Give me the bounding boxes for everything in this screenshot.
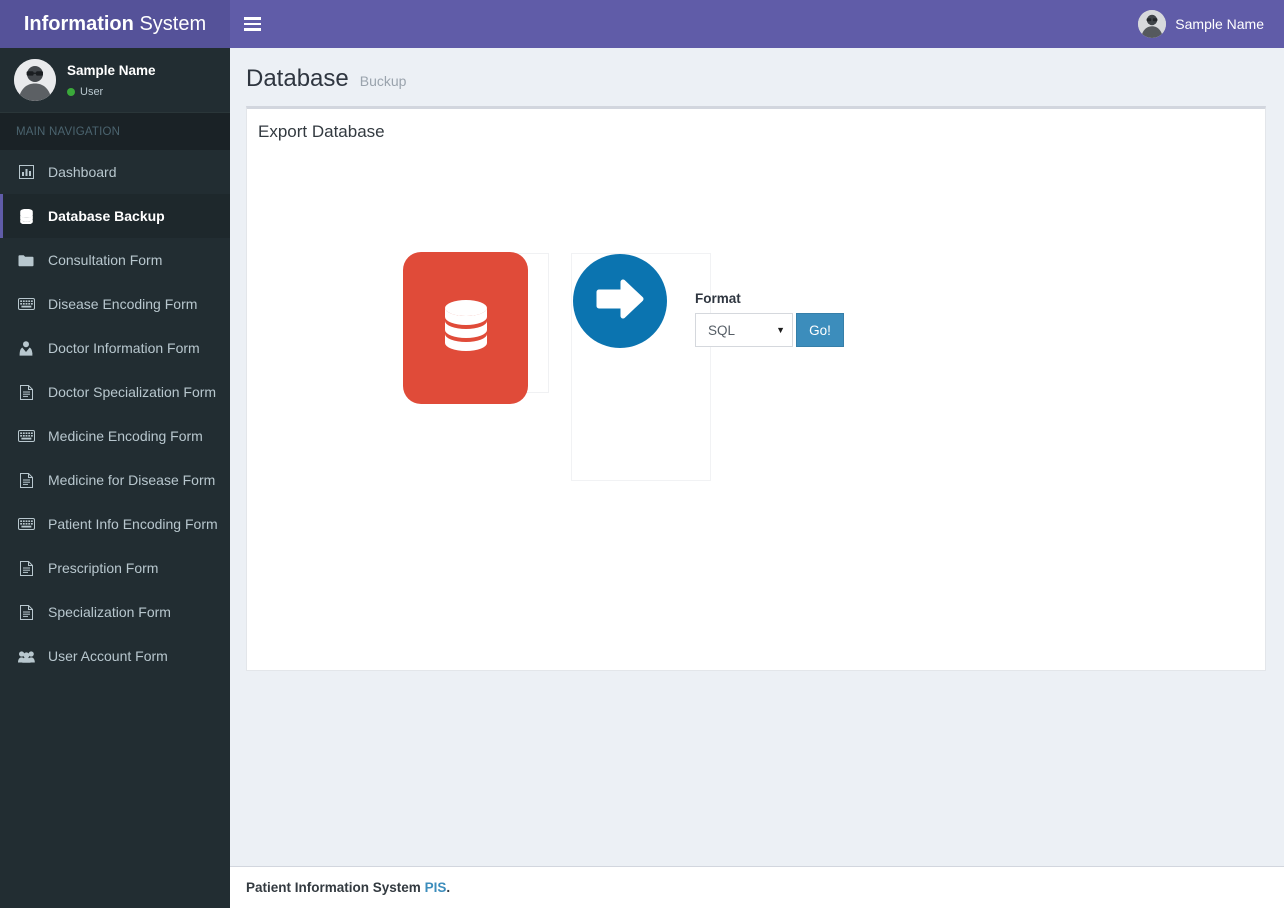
file-text-icon (16, 604, 36, 620)
sidebar-item-prescription-form[interactable]: Prescription Form (0, 546, 230, 590)
keyboard-icon (16, 298, 36, 310)
top-header-bar: Information System Sample Name (0, 0, 1284, 48)
sidebar: Sample Name User MAIN NAVIGATION Dashboa… (0, 48, 230, 908)
chevron-down-icon: ▼ (776, 325, 785, 335)
sidebar-item-doctor-specialization-form[interactable]: Doctor Specialization Form (0, 370, 230, 414)
sidebar-item-specialization-form[interactable]: Specialization Form (0, 590, 230, 634)
app-logo-normal: System (139, 13, 207, 35)
format-control-group: Format SQL ▼ Go! (695, 291, 895, 347)
sidebar-nav-header: MAIN NAVIGATION (0, 113, 230, 150)
header-user-name: Sample Name (1175, 16, 1264, 32)
sidebar-item-consultation-form[interactable]: Consultation Form (0, 238, 230, 282)
sidebar-item-label: Doctor Information Form (48, 340, 200, 356)
sidebar-item-medicine-for-disease-form[interactable]: Medicine for Disease Form (0, 458, 230, 502)
sidebar-item-doctor-information-form[interactable]: Doctor Information Form (0, 326, 230, 370)
folder-icon (16, 254, 36, 267)
format-select[interactable]: SQL ▼ (695, 313, 793, 347)
sidebar-item-label: Medicine Encoding Form (48, 428, 203, 444)
status-dot-icon (67, 88, 75, 97)
sidebar-user-status: User (67, 85, 156, 100)
app-logo-bold: Information (23, 13, 134, 35)
sidebar-item-label: Medicine for Disease Form (48, 472, 216, 488)
footer: Patient Information System PIS. (230, 866, 1284, 908)
sidebar-item-label: Disease Encoding Form (48, 296, 198, 312)
footer-link[interactable]: PIS (425, 880, 447, 895)
database-icon (440, 297, 492, 360)
sidebar-user-name: Sample Name (67, 63, 156, 79)
sidebar-item-dashboard[interactable]: Dashboard (0, 150, 230, 194)
file-text-icon (16, 384, 36, 400)
page-subtitle: Buckup (359, 73, 407, 89)
format-select-value: SQL (708, 322, 736, 338)
user-md-icon (16, 340, 36, 356)
users-icon (16, 650, 36, 663)
sidebar-item-label: User Account Form (48, 648, 168, 664)
keyboard-icon (16, 518, 36, 530)
sidebar-item-label: Specialization Form (48, 604, 171, 620)
sidebar-item-label: Dashboard (48, 164, 117, 180)
content-area: Database Buckup Export Database Format S… (230, 48, 1284, 908)
export-database-panel: Export Database Format SQL ▼ Go! (246, 106, 1266, 671)
sidebar-item-medicine-encoding-form[interactable]: Medicine Encoding Form (0, 414, 230, 458)
sidebar-item-label: Doctor Specialization Form (48, 384, 217, 400)
sidebar-item-patient-info-encoding-form[interactable]: Patient Info Encoding Form (0, 502, 230, 546)
arrow-right-icon (595, 276, 645, 327)
sidebar-item-label: Patient Info Encoding Form (48, 516, 218, 532)
sidebar-item-database-backup[interactable]: Database Backup (0, 194, 230, 238)
file-text-icon (16, 472, 36, 488)
footer-suffix: . (446, 880, 451, 895)
page-title: Database (246, 65, 349, 92)
header-user-menu[interactable]: Sample Name (1138, 0, 1268, 48)
footer-label: Patient Information System (246, 880, 421, 895)
app-logo[interactable]: Information System (0, 0, 230, 48)
sidebar-user-role: User (80, 85, 104, 98)
go-button[interactable]: Go! (796, 313, 844, 347)
sidebar-item-user-account-form[interactable]: User Account Form (0, 634, 230, 678)
sidebar-nav-list: Dashboard Database Backup Consultation For… (0, 150, 230, 678)
bar-chart-icon (16, 165, 36, 179)
sidebar-user-panel[interactable]: Sample Name User (0, 48, 230, 113)
sidebar-toggle-button[interactable] (230, 0, 274, 48)
file-text-icon (16, 560, 36, 576)
export-widget: Format SQL ▼ Go! (247, 109, 1265, 509)
avatar (1138, 10, 1167, 38)
sidebar-item-disease-encoding-form[interactable]: Disease Encoding Form (0, 282, 230, 326)
hamburger-icon (244, 17, 261, 31)
footer-text: Patient Information System PIS. (246, 880, 450, 895)
format-label: Format (695, 291, 741, 306)
database-source-tile (403, 252, 528, 404)
sidebar-avatar (14, 59, 56, 101)
sidebar-item-label: Consultation Form (48, 252, 163, 268)
keyboard-icon (16, 430, 36, 442)
sidebar-item-label: Database Backup (48, 208, 165, 224)
export-arrow-button[interactable] (573, 254, 667, 348)
database-icon (16, 208, 36, 224)
sidebar-item-label: Prescription Form (48, 560, 159, 576)
page-header: Database Buckup (230, 48, 1284, 106)
